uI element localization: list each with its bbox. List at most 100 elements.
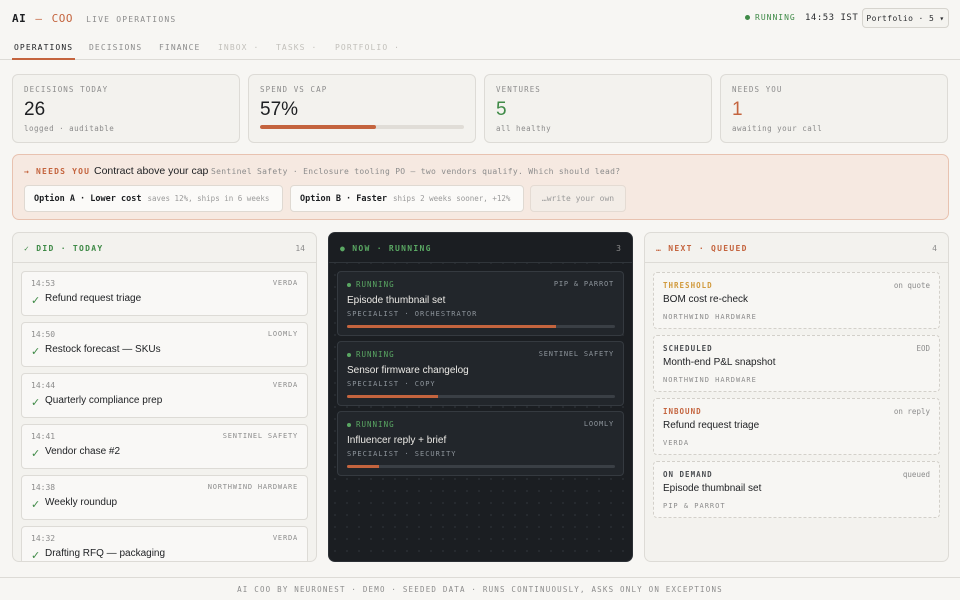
footer: AI COO BY NEURONEST · DEMO · SEEDED DATA… [0, 577, 960, 600]
next-count: 4 [932, 244, 937, 253]
stat-needs-you: NEEDS YOU 1 awaiting your call [720, 74, 948, 143]
decision-description: Sentinel Safety · Enclosure tooling PO —… [211, 167, 621, 176]
tab-operations[interactable]: OPERATIONS [14, 43, 73, 52]
app-brand[interactable]: AI — COO LIVE OPERATIONS [12, 12, 176, 25]
spend-progress-bar [260, 125, 464, 129]
running-progress-bar [347, 395, 615, 398]
stat-label: VENTURES [496, 85, 541, 94]
tab-portfolio[interactable]: PORTFOLIO · [335, 43, 400, 52]
running-task[interactable]: RUNNING LOOMLY Influencer reply + brief … [337, 411, 624, 476]
option-b-label: Option B · Faster [300, 193, 387, 204]
done-org: VERDA [272, 381, 298, 389]
queued-org: PIP & PARROT [663, 502, 726, 510]
done-time: 14:38 [31, 483, 56, 492]
now-count: 3 [616, 244, 621, 253]
done-time: 14:44 [31, 381, 56, 390]
queued-task[interactable]: THRESHOLD on quote BOM cost re-check NOR… [653, 272, 940, 329]
brand-coo: COO [51, 12, 73, 25]
stat-value: 26 [24, 99, 46, 120]
next-column: … NEXT · QUEUED 4 THRESHOLD on quote BOM… [644, 232, 949, 562]
write-own-input[interactable]: …write your own [530, 185, 626, 212]
stat-spend-vs-cap: SPEND VS CAP 57% [248, 74, 476, 143]
running-org: PIP & PARROT [553, 280, 614, 288]
running-status: RUNNING [347, 280, 395, 289]
stat-value: 1 [732, 99, 743, 120]
check-icon: ✓ [31, 397, 41, 409]
stat-ventures: VENTURES 5 all healthy [484, 74, 712, 143]
done-time: 14:41 [31, 432, 56, 441]
brand-dash: — [35, 12, 43, 25]
done-title: Weekly roundup [45, 497, 118, 508]
running-title: Sensor firmware changelog [347, 365, 469, 376]
done-time: 14:53 [31, 279, 56, 288]
done-title: Quarterly compliance prep [45, 395, 163, 406]
option-a-note: saves 12%, ships in 6 weeks [147, 194, 270, 203]
running-task[interactable]: RUNNING PIP & PARROT Episode thumbnail s… [337, 271, 624, 336]
running-progress-bar [347, 325, 615, 328]
now-column-header: ● NOW · RUNNING 3 [329, 233, 632, 263]
running-progress-fill [347, 325, 557, 328]
check-icon: ✓ [31, 448, 41, 460]
done-title: Restock forecast — SKUs [45, 344, 161, 355]
queued-task[interactable]: SCHEDULED EOD Month-end P&L snapshot NOR… [653, 335, 940, 392]
now-column-title: ● NOW · RUNNING [340, 244, 432, 253]
queued-task[interactable]: INBOUND on reply Refund request triage V… [653, 398, 940, 455]
running-org: SENTINEL SAFETY [538, 350, 614, 358]
stat-label: DECISIONS TODAY [24, 85, 109, 94]
queued-trigger: THRESHOLD [663, 281, 713, 290]
stat-sub: awaiting your call [732, 124, 823, 133]
tab-inbox[interactable]: INBOX · [218, 43, 259, 52]
running-progress-bar [347, 465, 615, 468]
running-agent: SPECIALIST · ORCHESTRATOR [347, 310, 478, 318]
next-column-header: … NEXT · QUEUED 4 [645, 233, 948, 263]
portfolio-selector[interactable]: Portfolio · 5 ▾ [862, 8, 949, 28]
option-b-note: ships 2 weeks sooner, +12% [393, 194, 511, 203]
done-org: VERDA [272, 279, 298, 287]
queued-title: Month-end P&L snapshot [663, 357, 776, 368]
running-label: RUNNING [356, 350, 395, 359]
running-progress-fill [347, 395, 439, 398]
queued-org: VERDA [663, 439, 690, 447]
queued-org: NORTHWIND HARDWARE [663, 313, 757, 321]
done-item[interactable]: 14:38 NORTHWIND HARDWARE ✓ Weekly roundu… [21, 475, 308, 520]
done-item[interactable]: 14:44 VERDA ✓ Quarterly compliance prep [21, 373, 308, 418]
done-item[interactable]: 14:41 SENTINEL SAFETY ✓ Vendor chase #2 [21, 424, 308, 469]
brand-ai: AI [12, 12, 27, 25]
tab-decisions[interactable]: DECISIONS [89, 43, 142, 52]
queued-condition: EOD [916, 344, 930, 353]
running-dot-icon [347, 352, 351, 357]
done-item[interactable]: 14:32 VERDA ✓ Drafting RFQ — packaging [21, 526, 308, 562]
running-status: RUNNING [347, 420, 395, 429]
running-task[interactable]: RUNNING SENTINEL SAFETY Sensor firmware … [337, 341, 624, 406]
clock: 14:53 IST [805, 13, 859, 23]
queued-condition: on quote [893, 281, 930, 290]
running-agent: SPECIALIST · COPY [347, 380, 436, 388]
done-title: Refund request triage [45, 293, 142, 304]
tab-tasks[interactable]: TASKS · [276, 43, 317, 52]
done-item[interactable]: 14:53 VERDA ✓ Refund request triage [21, 271, 308, 316]
running-title: Influencer reply + brief [347, 435, 447, 446]
done-item[interactable]: 14:50 LOOMLY ✓ Restock forecast — SKUs [21, 322, 308, 367]
option-a-button[interactable]: Option A · Lower cost saves 12%, ships i… [24, 185, 283, 212]
decision-title: Contract above your cap [94, 165, 209, 177]
option-b-button[interactable]: Option B · Faster ships 2 weeks sooner, … [290, 185, 524, 212]
running-title: Episode thumbnail set [347, 295, 446, 306]
done-title: Drafting RFQ — packaging [45, 548, 166, 559]
done-column-header: ✓ DID · TODAY 14 [13, 233, 316, 263]
top-bar: AI — COO LIVE OPERATIONS RUNNING 14:53 I… [0, 0, 960, 36]
tab-finance[interactable]: FINANCE [159, 43, 200, 52]
check-icon: ✓ [31, 550, 41, 562]
queued-org: NORTHWIND HARDWARE [663, 376, 757, 384]
queued-task[interactable]: ON DEMAND queued Episode thumbnail set P… [653, 461, 940, 518]
check-icon: ✓ [31, 295, 41, 307]
done-title: Vendor chase #2 [45, 446, 121, 457]
running-progress-fill [347, 465, 380, 468]
done-org: LOOMLY [267, 330, 298, 338]
running-dot-icon [347, 282, 351, 287]
done-org: VERDA [272, 534, 298, 542]
needs-you-tag: → NEEDS YOU [24, 167, 91, 176]
option-a-label: Option A · Lower cost [34, 193, 142, 204]
status-label: RUNNING [755, 13, 796, 22]
spend-progress-fill [260, 125, 377, 129]
now-column: ● NOW · RUNNING 3 RUNNING PIP & PARROT E… [328, 232, 633, 562]
